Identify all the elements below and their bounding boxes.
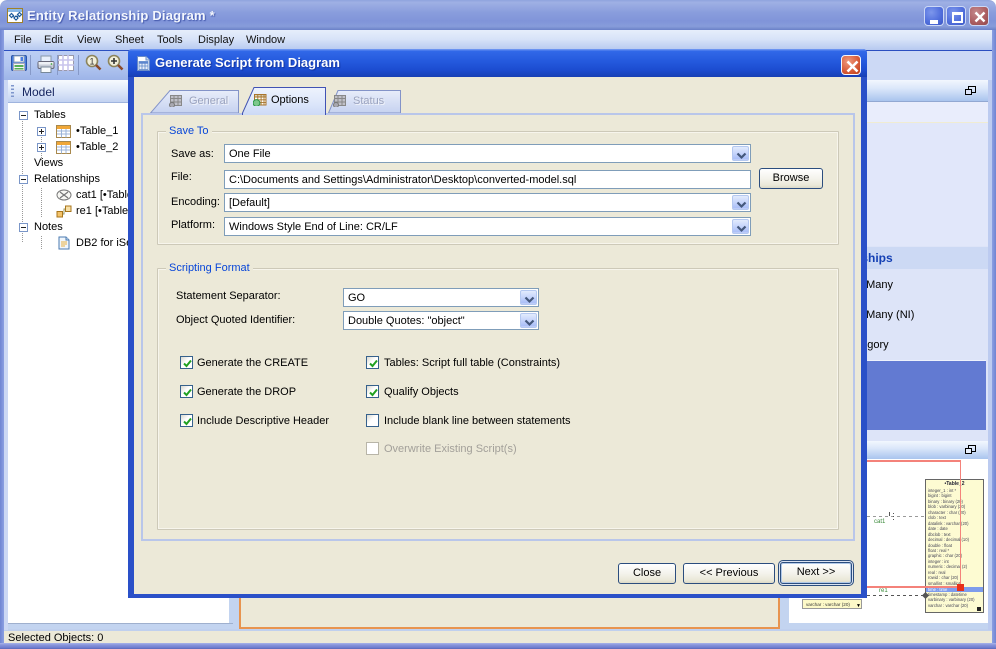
svg-text:1: 1 — [89, 57, 94, 67]
